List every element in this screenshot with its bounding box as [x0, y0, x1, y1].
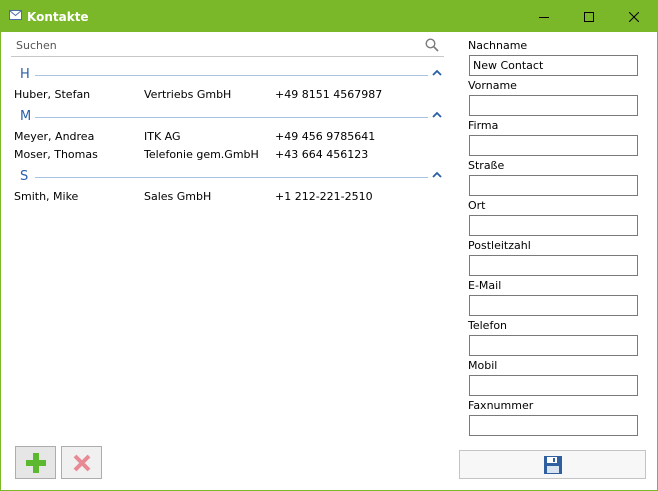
group-header-h[interactable]: H — [11, 67, 444, 83]
group-letter: S — [20, 169, 29, 184]
contact-row[interactable]: Moser, Thomas Telefonie gem.GmbH +43 664… — [14, 148, 444, 164]
contact-row[interactable]: Smith, Mike Sales GmbH +1 212-221-2510 — [14, 190, 444, 206]
group-divider — [35, 75, 428, 76]
label-firma: Firma — [468, 119, 499, 132]
title-bar[interactable]: Kontakte — [1, 1, 657, 32]
contact-phone: +43 664 456123 — [275, 148, 369, 161]
label-vorname: Vorname — [468, 79, 517, 92]
search-icon[interactable] — [425, 38, 439, 52]
close-icon — [629, 11, 639, 22]
contact-name: Meyer, Andrea — [14, 130, 95, 143]
group-letter: H — [20, 67, 30, 82]
ort-field[interactable] — [469, 215, 638, 236]
contact-phone: +49 8151 4567987 — [275, 88, 383, 101]
x-icon — [73, 454, 90, 471]
chevron-up-icon[interactable] — [432, 111, 442, 119]
label-faxnummer: Faxnummer — [468, 399, 534, 412]
vorname-field[interactable] — [469, 95, 638, 116]
contact-name: Smith, Mike — [14, 190, 79, 203]
delete-contact-button[interactable] — [61, 446, 102, 479]
faxnummer-field[interactable] — [469, 415, 638, 436]
save-icon — [543, 455, 562, 474]
minimize-button[interactable] — [521, 1, 567, 32]
maximize-icon — [584, 11, 594, 22]
contact-company: Vertriebs GmbH — [144, 88, 232, 101]
contact-name: Huber, Stefan — [14, 88, 91, 101]
postleitzahl-field[interactable] — [469, 255, 638, 276]
label-telefon: Telefon — [468, 319, 508, 332]
minimize-icon — [539, 16, 549, 18]
chevron-up-icon[interactable] — [432, 171, 442, 179]
label-mobil: Mobil — [468, 359, 498, 372]
label-nachname: Nachname — [468, 39, 528, 52]
firma-field[interactable] — [469, 135, 638, 156]
label-email: E-Mail — [468, 279, 502, 292]
contacts-window: Kontakte H Huber, Stefan Vertriebs GmbH … — [0, 0, 658, 491]
contact-row[interactable]: Huber, Stefan Vertriebs GmbH +49 8151 45… — [14, 88, 444, 104]
envelope-icon — [9, 10, 22, 20]
strasse-field[interactable] — [469, 175, 638, 196]
contact-company: ITK AG — [144, 130, 181, 143]
group-divider — [35, 177, 428, 178]
contact-phone: +49 456 9785641 — [275, 130, 376, 143]
plus-icon — [25, 452, 46, 473]
mobil-field[interactable] — [469, 375, 638, 396]
add-contact-button[interactable] — [15, 446, 56, 479]
group-header-s[interactable]: S — [11, 169, 444, 185]
search-box — [11, 35, 444, 57]
label-ort: Ort — [468, 199, 486, 212]
contact-name: Moser, Thomas — [14, 148, 98, 161]
maximize-button[interactable] — [566, 1, 612, 32]
close-button[interactable] — [611, 1, 657, 32]
search-input[interactable] — [11, 35, 421, 56]
label-strasse: Straße — [468, 159, 505, 172]
group-divider — [35, 117, 428, 118]
contact-row[interactable]: Meyer, Andrea ITK AG +49 456 9785641 — [14, 130, 444, 146]
contact-company: Sales GmbH — [144, 190, 212, 203]
nachname-field[interactable] — [469, 55, 638, 76]
label-postleitzahl: Postleitzahl — [468, 239, 531, 252]
contact-phone: +1 212-221-2510 — [275, 190, 373, 203]
telefon-field[interactable] — [469, 335, 638, 356]
group-header-m[interactable]: M — [11, 109, 444, 125]
group-letter: M — [20, 109, 32, 124]
chevron-up-icon[interactable] — [432, 69, 442, 77]
save-button[interactable] — [459, 450, 646, 479]
contact-company: Telefonie gem.GmbH — [144, 148, 259, 161]
email-field[interactable] — [469, 295, 638, 316]
window-title: Kontakte — [27, 10, 89, 24]
